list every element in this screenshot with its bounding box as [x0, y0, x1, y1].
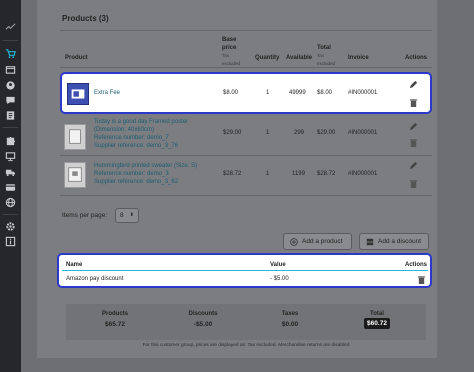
footnote: For this customer group, prices are disp…	[142, 343, 350, 348]
add-discount-button[interactable]: Add a discount	[359, 233, 429, 250]
sidebar-divider	[3, 40, 18, 41]
discount-value: - $5.00	[270, 276, 289, 282]
invoice-cell: #IN000001	[348, 130, 378, 136]
header-divider	[60, 67, 432, 68]
total-cell: $28.72	[317, 171, 336, 177]
cart-icon[interactable]	[4, 47, 17, 60]
available-cell: 49999	[289, 90, 306, 96]
card-icon[interactable]	[4, 181, 17, 194]
delete-icon[interactable]	[417, 275, 426, 284]
sidebar-divider	[3, 214, 18, 215]
base-price-cell: $29.00	[223, 130, 242, 136]
add-product-button[interactable]: Add a product	[283, 233, 352, 250]
info-icon[interactable]	[4, 235, 17, 248]
delete-icon[interactable]	[409, 98, 418, 107]
product-thumbnail	[64, 124, 86, 150]
discount-icon	[366, 238, 374, 245]
available-cell: 1199	[292, 171, 305, 177]
items-per-page-label: Items per page:	[62, 212, 108, 219]
items-per-page-value: 8	[120, 212, 124, 219]
plus-circle-icon	[290, 237, 298, 246]
total-cell: $8.00	[317, 90, 333, 96]
discount-col-actions: Actions	[405, 262, 428, 268]
product-name-link[interactable]: Extra Fee	[94, 90, 120, 96]
edit-icon[interactable]	[409, 122, 418, 131]
edit-icon[interactable]	[409, 80, 418, 89]
col-invoice: Invoice	[348, 55, 369, 61]
col-available: Available	[286, 55, 313, 61]
invoice-cell: #IN000001	[348, 90, 378, 96]
quantity-cell: 1	[266, 130, 270, 136]
base-price-cell: $28.72	[223, 171, 242, 177]
total-cell: $29.00	[317, 130, 336, 136]
totals-products-value: $65.72	[105, 321, 125, 328]
people-icon[interactable]	[4, 79, 17, 92]
delete-icon[interactable]	[409, 179, 418, 188]
row-divider	[60, 155, 432, 156]
product-thumbnail	[64, 162, 86, 188]
available-cell: 299	[294, 130, 305, 136]
totals-discounts-label: Discounts	[188, 311, 218, 317]
col-quantity: Quantity	[255, 55, 280, 61]
gear-icon[interactable]	[4, 220, 17, 233]
discount-header-divider	[62, 270, 428, 271]
divider	[60, 30, 432, 31]
quantity-cell: 1	[266, 90, 270, 96]
row-divider	[60, 195, 432, 196]
sidebar-divider	[3, 127, 18, 128]
discount-col-name: Name	[66, 262, 83, 268]
totals-taxes-label: Taxes	[281, 311, 299, 317]
totals-discounts-value: -$5.00	[193, 321, 213, 328]
add-product-label: Add a product	[302, 238, 343, 245]
product-name-link[interactable]: Today is a good day Framed poster (Dimen…	[94, 118, 188, 150]
product-thumbnail	[67, 83, 89, 105]
chart-icon[interactable]	[4, 109, 17, 122]
totals-taxes-value: $0.00	[281, 321, 299, 328]
quantity-cell: 1	[266, 171, 270, 177]
discount-name: Amazon pay discount	[66, 276, 124, 282]
delete-icon[interactable]	[409, 138, 418, 147]
col-base-price: Base price Tax excluded	[222, 37, 241, 66]
truck-icon[interactable]	[4, 166, 17, 179]
globe-icon[interactable]	[4, 196, 17, 209]
discount-col-value: Value	[270, 262, 286, 268]
sidebar	[0, 0, 21, 372]
items-per-page-select[interactable]: 8 ⬍	[115, 208, 139, 223]
product-name-link[interactable]: Hummingbird printed sweater (Size: S) Re…	[94, 162, 197, 186]
edit-icon[interactable]	[409, 161, 418, 170]
store-icon[interactable]	[4, 63, 17, 76]
trend-icon[interactable]	[4, 20, 17, 33]
col-total: Total Tax excluded	[317, 45, 336, 66]
chevron-icon: ⬍	[129, 212, 134, 218]
invoice-cell: #IN000001	[348, 171, 378, 177]
totals-total-badge: $60.72	[364, 318, 390, 329]
panel-title: Products (3)	[62, 14, 109, 23]
add-discount-label: Add a discount	[378, 238, 422, 245]
col-product: Product	[65, 55, 88, 61]
monitor-icon[interactable]	[4, 150, 17, 163]
totals-total-label: Total	[370, 311, 384, 317]
totals-products-label: Products	[101, 311, 128, 317]
base-price-cell: $8.00	[223, 90, 239, 96]
chat-icon[interactable]	[4, 94, 17, 107]
puzzle-icon[interactable]	[4, 134, 17, 147]
col-actions: Actions	[405, 55, 428, 61]
